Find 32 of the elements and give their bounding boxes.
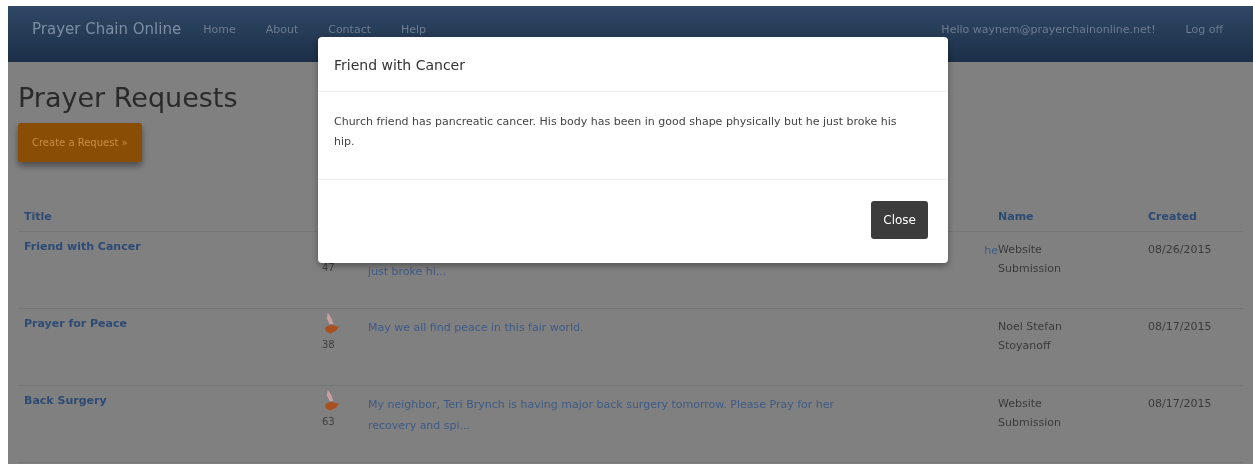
- brand-link[interactable]: Prayer Chain Online: [32, 20, 182, 38]
- request-title-link[interactable]: Friend with Cancer: [24, 240, 322, 308]
- modal-body-text: Church friend has pancreatic cancer. His body has been in good shape physically but he just broke his hip.: [334, 114, 898, 150]
- request-description[interactable]: he: [984, 240, 998, 261]
- prayer-count: 47: [322, 262, 335, 273]
- prayer-count: 63: [322, 416, 335, 427]
- request-title-link[interactable]: Back Surgery: [24, 394, 322, 462]
- request-description[interactable]: just broke hi...: [368, 261, 447, 282]
- column-header[interactable]: Name: [998, 210, 1148, 223]
- column-header[interactable]: Title: [24, 210, 322, 223]
- close-button[interactable]: Close: [871, 201, 928, 239]
- create-request-button[interactable]: Create a Request »: [18, 123, 142, 162]
- nav-link[interactable]: About: [265, 22, 299, 36]
- submitter-name: Website Submission: [998, 242, 1062, 277]
- submitter-name: Noel Stefan Stoyanoff: [998, 319, 1063, 354]
- submitter-name: Website Submission: [998, 396, 1062, 431]
- column-header[interactable]: Created: [1148, 210, 1248, 223]
- request-description[interactable]: recovery and spi...: [368, 415, 471, 436]
- page-heading: Prayer Requests: [18, 82, 239, 113]
- created-date: 08/26/2015: [1148, 242, 1213, 258]
- logoff-link[interactable]: Log off: [1185, 22, 1223, 36]
- created-date: 08/17/2015: [1148, 319, 1213, 335]
- nav-link[interactable]: Help: [401, 22, 427, 36]
- nav-link[interactable]: Contact: [328, 22, 371, 36]
- request-description[interactable]: May we all find peace in this fair world.: [368, 317, 584, 338]
- modal-title: Friend with Cancer: [334, 57, 465, 73]
- greeting-link[interactable]: Hello waynem@prayerchainonline.net!: [941, 22, 1156, 36]
- request-title-link[interactable]: Prayer for Peace: [24, 317, 322, 385]
- request-description[interactable]: My neighbor, Teri Brynch is having major back surgery tomorrow. Please Pray for her: [368, 394, 835, 415]
- created-date: 08/17/2015: [1148, 396, 1213, 412]
- prayer-count: 38: [322, 339, 335, 350]
- nav-link[interactable]: Home: [203, 22, 236, 36]
